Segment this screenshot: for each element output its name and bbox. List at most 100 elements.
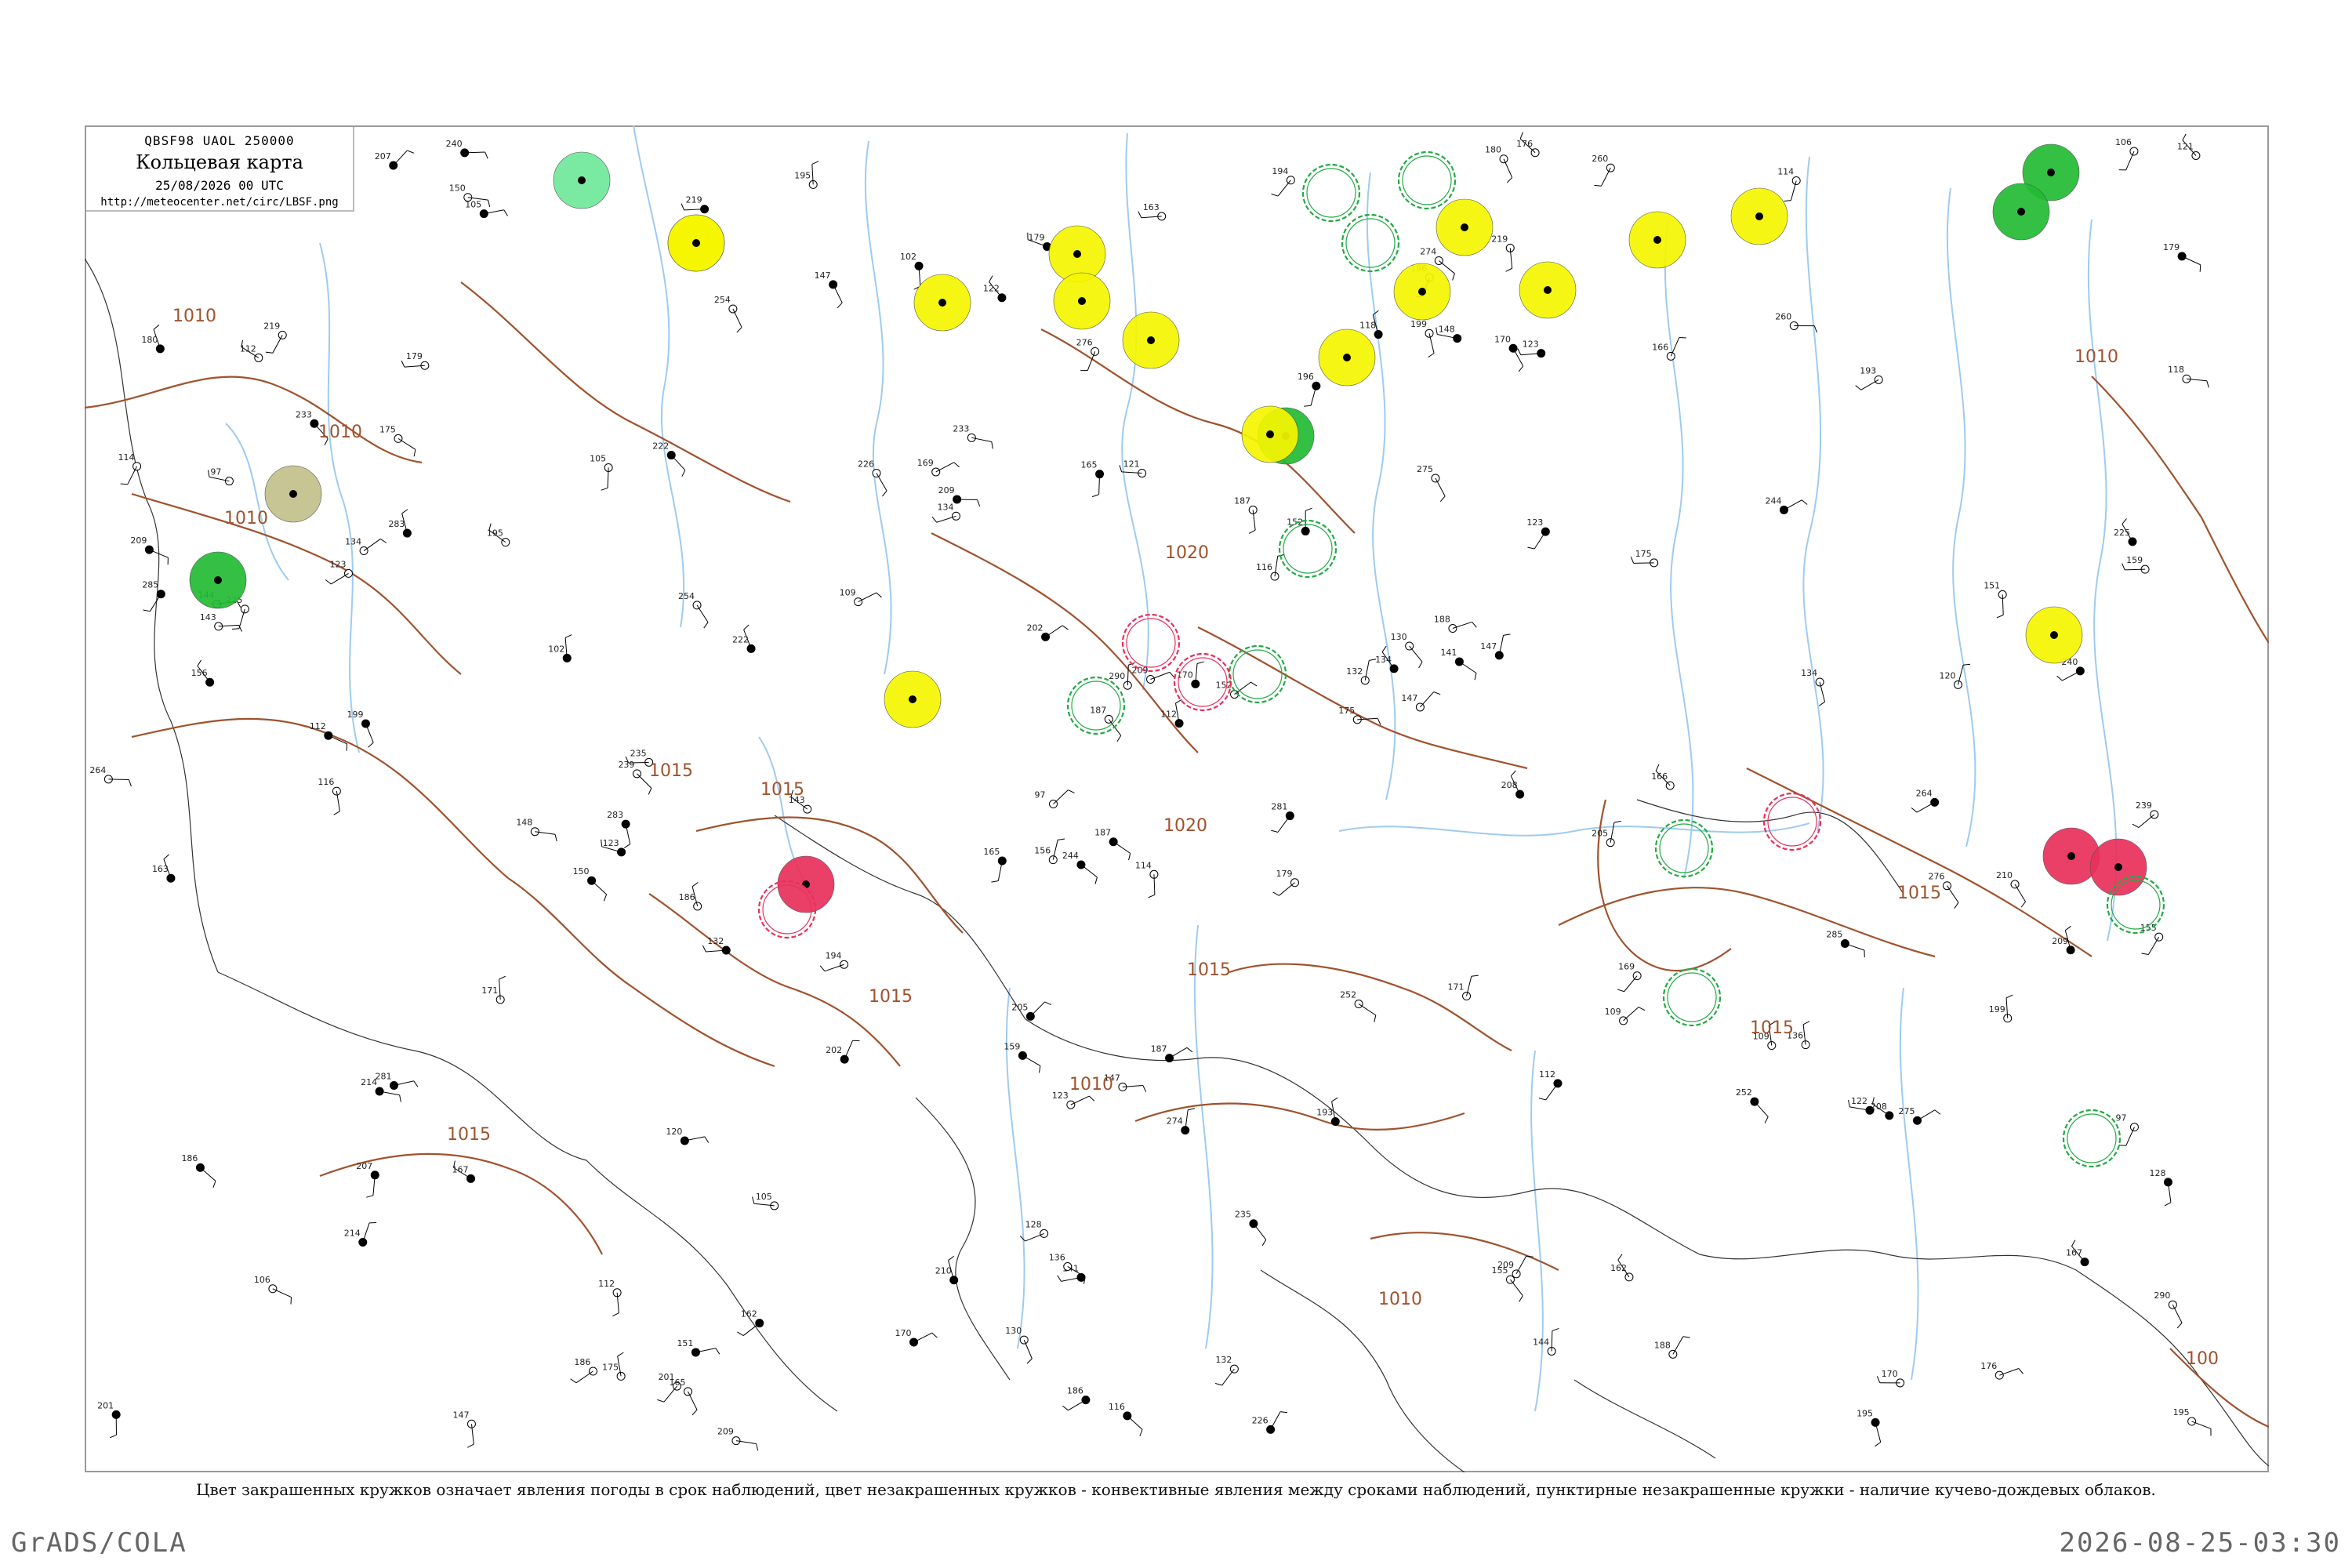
station-plot[interactable]: 195 [487,523,510,547]
station-plot[interactable]: 144 [1533,1327,1559,1356]
station-plot[interactable]: 159 [1004,1041,1041,1073]
station-plot[interactable]: 132 [702,936,731,955]
station-plot[interactable]: 205 [1592,820,1621,848]
station-plot[interactable]: 165 [670,1377,698,1416]
station-plot[interactable]: 187 [1234,495,1258,534]
station-plot[interactable]: 176 [1980,1361,2024,1380]
station-plot[interactable]: 106 [2115,137,2139,171]
station-plot[interactable]: 194 [819,950,849,972]
station-plot[interactable]: 114 [118,452,142,485]
station-plot[interactable]: 219 [1491,234,1515,272]
station-plot[interactable]: 283 [388,509,412,538]
station-plot[interactable]: 195 [1857,1408,1882,1447]
station-plot[interactable]: 202 [1027,622,1069,641]
station-plot[interactable]: 264 [89,765,132,787]
station-plot[interactable]: 260 [1592,154,1615,187]
station-plot[interactable]: 193 [1316,1097,1340,1127]
station-plot[interactable]: 128 [1019,1219,1049,1242]
station-plot[interactable]: 199 [1989,994,2013,1023]
station-plot[interactable]: 199 [1410,319,1435,358]
station-plot[interactable]: 169 [917,458,960,477]
station-plot[interactable]: 102 [548,634,572,662]
station-plot[interactable]: 188 [1434,615,1477,633]
station-plot[interactable]: 208 [1501,770,1525,799]
station-plot[interactable]: 179 [1027,232,1052,251]
station-plot[interactable]: 123 [325,559,354,585]
station-plot[interactable]: 112 [598,1279,622,1317]
station-plot[interactable]: 165 [983,847,1007,883]
station-plot[interactable]: 240 [446,139,488,159]
station-plot[interactable]: 226 [858,459,887,497]
station-plot[interactable]: 169 [1617,962,1642,993]
station-plot[interactable]: 209 [2052,925,2075,955]
map-source-url[interactable]: http://meteocenter.net/circ/LBSF.png [86,196,353,209]
station-plot[interactable]: 147 [815,270,843,309]
station-plot[interactable]: 207 [375,150,414,170]
station-plot[interactable]: 156 [191,659,215,687]
station-plot[interactable]: 130 [1391,632,1423,669]
station-plot[interactable]: 175 [1630,549,1659,568]
station-plot[interactable]: 281 [1271,802,1294,833]
station-plot[interactable]: 105 [465,200,509,219]
station-plot[interactable]: 97 [1035,789,1075,809]
station-plot[interactable]: 252 [1340,990,1377,1022]
station-plot[interactable]: 165 [1081,460,1105,498]
station-plot[interactable]: 254 [714,295,742,333]
station-plot[interactable]: 175 [379,424,416,457]
station-plot[interactable]: 290 [2154,1290,2183,1329]
station-plot[interactable]: 194 [1271,166,1295,197]
convective-outline-circle[interactable] [1121,613,1181,673]
station-plot[interactable]: 150 [573,866,608,902]
station-plot[interactable]: 281 [376,1072,419,1091]
station-plot[interactable]: 275 [1417,464,1446,503]
station-plot[interactable]: 112 [240,339,263,362]
station-plot[interactable]: 166 [1651,764,1675,790]
station-plot[interactable]: 252 [1736,1087,1769,1123]
station-plot[interactable]: 209 [130,535,169,565]
station-plot[interactable]: 132 [1214,1355,1239,1386]
station-plot[interactable]: 175 [602,1352,626,1381]
station-plot[interactable]: 179 [1272,869,1299,896]
station-plot[interactable]: 170 [1494,334,1524,372]
convective-outline-circle[interactable] [1397,151,1457,210]
station-plot[interactable]: 166 [1652,337,1686,361]
station-plot[interactable]: 97 [207,467,234,486]
station-plot[interactable]: 120 [666,1127,710,1145]
station-plot[interactable]: 233 [953,423,993,449]
station-plot[interactable]: 196 [1298,372,1321,407]
station-plot[interactable]: 176 [1516,132,1540,158]
station-plot[interactable]: 199 [347,710,374,748]
station-plot[interactable]: 156 [1034,838,1065,865]
station-plot[interactable]: 179 [2163,242,2201,272]
station-plot[interactable]: 193 [1855,365,1883,390]
station-plot[interactable]: 112 [310,721,348,751]
station-plot[interactable]: 116 [318,777,341,815]
station-plot[interactable]: 187 [1090,705,1122,742]
station-plot[interactable]: 105 [752,1192,779,1210]
station-plot[interactable]: 222 [732,624,756,653]
station-plot[interactable]: 285 [142,580,165,612]
station-plot[interactable]: 114 [1777,166,1801,202]
station-plot[interactable]: 214 [344,1221,377,1247]
station-plot[interactable]: 147 [452,1410,476,1448]
convective-outline-circle[interactable] [1662,967,1722,1027]
station-plot[interactable]: 102 [900,252,924,290]
station-plot[interactable]: 132 [1346,659,1377,685]
station-plot[interactable]: 170 [895,1328,938,1347]
station-plot[interactable]: 180 [1485,145,1513,183]
station-plot[interactable]: 148 [516,818,557,842]
station-plot[interactable]: 116 [1256,554,1285,581]
station-plot[interactable]: 151 [677,1338,720,1357]
station-plot[interactable]: 219 [263,321,287,354]
station-plot[interactable]: 163 [1138,202,1167,221]
station-plot[interactable]: 167 [452,1160,476,1183]
station-plot[interactable]: 186 [181,1153,216,1189]
station-plot[interactable]: 105 [590,453,613,491]
station-plot[interactable]: 179 [401,351,430,370]
station-plot[interactable]: 205 [1011,1001,1052,1021]
station-plot[interactable]: 180 [141,325,165,354]
station-plot[interactable]: 208 [1871,1097,1894,1120]
station-plot[interactable]: 171 [481,975,506,1004]
station-plot[interactable]: 222 [652,441,686,477]
station-plot[interactable]: 152 [1216,681,1258,699]
